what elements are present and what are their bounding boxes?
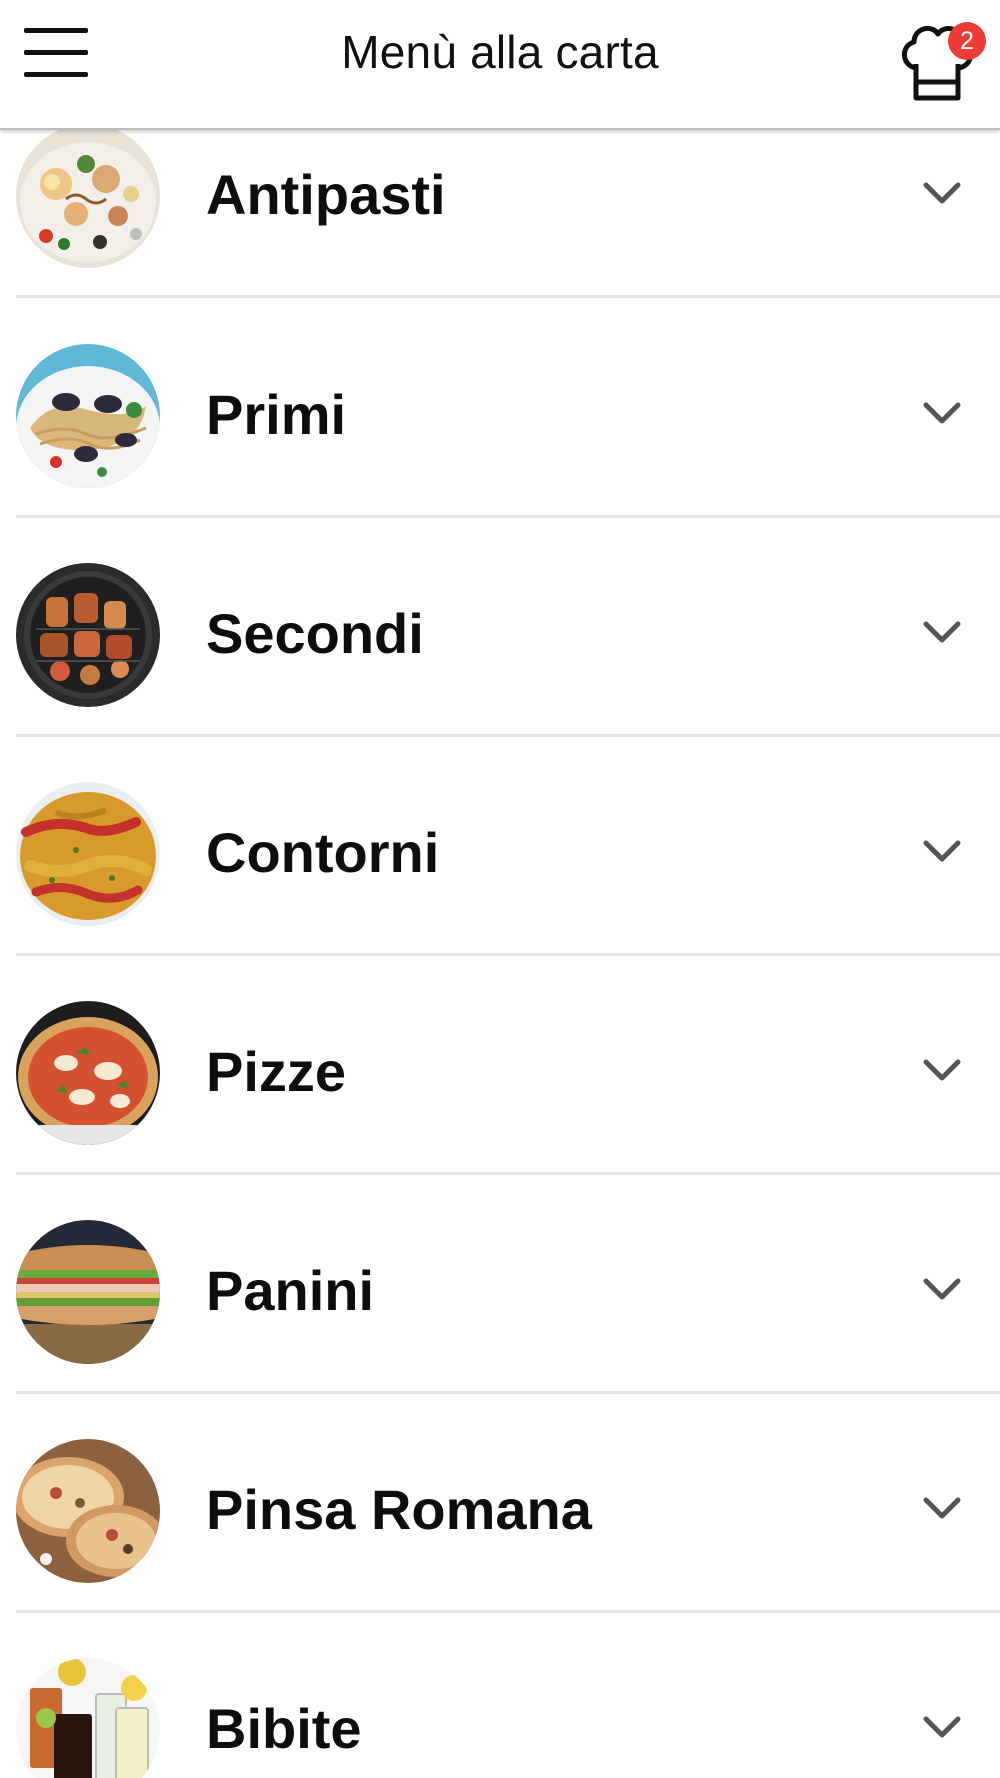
category-label: Pizze [206, 1040, 347, 1103]
category-label: Bibite [206, 1697, 362, 1760]
row-divider [16, 953, 1000, 956]
bibite-image [16, 1658, 160, 1778]
app-screen: Antipasti Primi Secondi Contorni Pizze P… [0, 0, 1000, 1778]
row-divider [16, 295, 1000, 298]
pinsa-romana-image [16, 1439, 160, 1583]
page-title: Menù alla carta [341, 26, 659, 78]
top-app-bar: Menù alla carta 2 [0, 0, 1000, 130]
menu-button[interactable] [18, 22, 94, 84]
chevron-down-icon [923, 1278, 961, 1300]
row-divider [16, 734, 1000, 737]
category-label: Contorni [206, 821, 440, 884]
panini-image [16, 1220, 160, 1364]
category-list: Antipasti Primi Secondi Contorni Pizze P… [0, 0, 1000, 1778]
chevron-down-icon [923, 182, 961, 204]
row-divider [16, 1610, 1000, 1613]
contorni-image [16, 782, 160, 926]
secondi-image [16, 563, 160, 707]
row-divider [16, 1172, 1000, 1175]
category-row-panini[interactable]: Panini [16, 1176, 1000, 1394]
category-row-primi[interactable]: Primi [16, 300, 1000, 518]
chevron-down-icon [923, 1059, 961, 1081]
antipasti-image [16, 124, 160, 268]
category-row-pinsa-romana[interactable]: Pinsa Romana [16, 1395, 1000, 1613]
category-row-contorni[interactable]: Contorni [16, 738, 1000, 956]
chevron-down-icon [923, 840, 961, 862]
cart-button[interactable]: 2 [888, 12, 988, 112]
row-divider [16, 515, 1000, 518]
chevron-down-icon [923, 1716, 961, 1738]
pizze-image [16, 1001, 160, 1145]
primi-image [16, 344, 160, 488]
category-row-bibite[interactable]: Bibite [16, 1614, 1000, 1778]
category-label: Antipasti [206, 163, 446, 226]
category-row-pizze[interactable]: Pizze [16, 957, 1000, 1175]
chevron-down-icon [923, 1497, 961, 1519]
chevron-down-icon [923, 402, 961, 424]
category-row-secondi[interactable]: Secondi [16, 519, 1000, 737]
row-divider [16, 1391, 1000, 1394]
cart-count-badge: 2 [948, 22, 986, 60]
category-label: Primi [206, 383, 347, 446]
category-label: Panini [206, 1259, 375, 1322]
chevron-down-icon [923, 621, 961, 643]
category-label: Secondi [206, 602, 424, 665]
category-label: Pinsa Romana [206, 1478, 592, 1541]
